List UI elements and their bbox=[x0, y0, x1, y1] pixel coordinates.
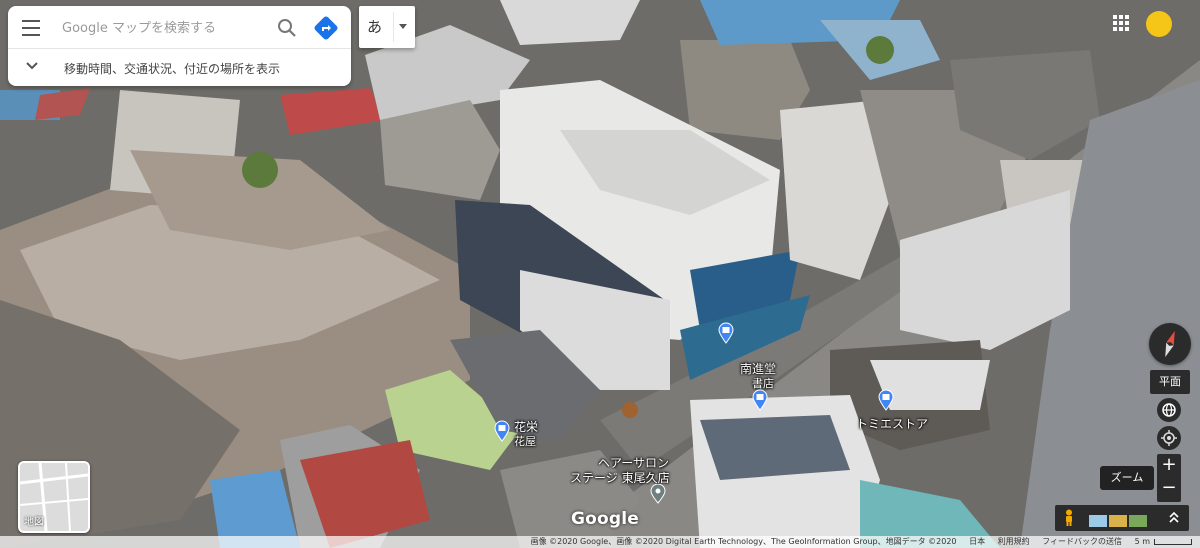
compass-icon[interactable] bbox=[1149, 323, 1191, 365]
place-pin-icon[interactable] bbox=[650, 483, 666, 508]
apps-icon[interactable] bbox=[1112, 14, 1130, 32]
zoom-out-button[interactable]: − bbox=[1157, 478, 1181, 502]
divider bbox=[393, 12, 394, 42]
store-pin-icon[interactable] bbox=[717, 322, 735, 348]
globe-icon[interactable] bbox=[1157, 398, 1181, 422]
directions-icon[interactable] bbox=[311, 13, 341, 43]
pegman-icon[interactable] bbox=[1063, 509, 1075, 531]
input-tools-label: あ bbox=[367, 18, 383, 36]
region-label: 日本 bbox=[969, 537, 986, 546]
search-input[interactable] bbox=[60, 15, 264, 41]
feedback-link[interactable]: フィードバックの送信 bbox=[1042, 537, 1122, 546]
place-label-tomie-store[interactable]: トミエストア bbox=[856, 415, 928, 432]
chevron-up-icon[interactable] bbox=[1165, 509, 1183, 527]
google-logo: Google bbox=[571, 509, 640, 529]
search-icon[interactable] bbox=[274, 15, 300, 41]
zoom-in-button[interactable]: + bbox=[1157, 454, 1181, 478]
scale-bar bbox=[1154, 538, 1192, 545]
my-location-icon[interactable] bbox=[1157, 426, 1181, 450]
map-layer-label: 地図 bbox=[24, 517, 44, 528]
tilt-toggle-button[interactable]: 平面 bbox=[1150, 370, 1190, 394]
caret-down-icon[interactable] bbox=[399, 24, 407, 29]
terms-link[interactable]: 利用規約 bbox=[998, 537, 1030, 546]
search-card: 移動時間、交通状況、付近の場所を表示 bbox=[8, 6, 351, 86]
store-pin-icon[interactable] bbox=[493, 420, 511, 446]
imagery-attribution: 画像 ©2020 Google、画像 ©2020 Digital Earth T… bbox=[530, 537, 957, 546]
store-pin-icon[interactable] bbox=[751, 389, 769, 415]
scale-label[interactable]: 5 m bbox=[1135, 537, 1150, 546]
search-row bbox=[8, 6, 351, 49]
expand-details-label: 移動時間、交通状況、付近の場所を表示 bbox=[64, 62, 281, 76]
store-pin-icon[interactable] bbox=[877, 389, 895, 415]
menu-icon[interactable] bbox=[18, 15, 44, 39]
imagery-thumbnails[interactable] bbox=[1089, 512, 1149, 527]
input-tools-button[interactable]: あ bbox=[359, 6, 415, 48]
avatar[interactable] bbox=[1146, 11, 1172, 37]
map-layer-button[interactable]: 地図 bbox=[18, 461, 90, 533]
attribution-bar: 画像 ©2020 Google、画像 ©2020 Digital Earth T… bbox=[0, 536, 1200, 548]
expand-details-button[interactable]: 移動時間、交通状況、付近の場所を表示 bbox=[8, 49, 351, 86]
zoom-tooltip: ズーム bbox=[1100, 466, 1154, 490]
chevron-down-icon bbox=[24, 57, 40, 73]
street-view-bar bbox=[1055, 505, 1189, 531]
place-category-kaei: 花屋 bbox=[514, 435, 536, 448]
